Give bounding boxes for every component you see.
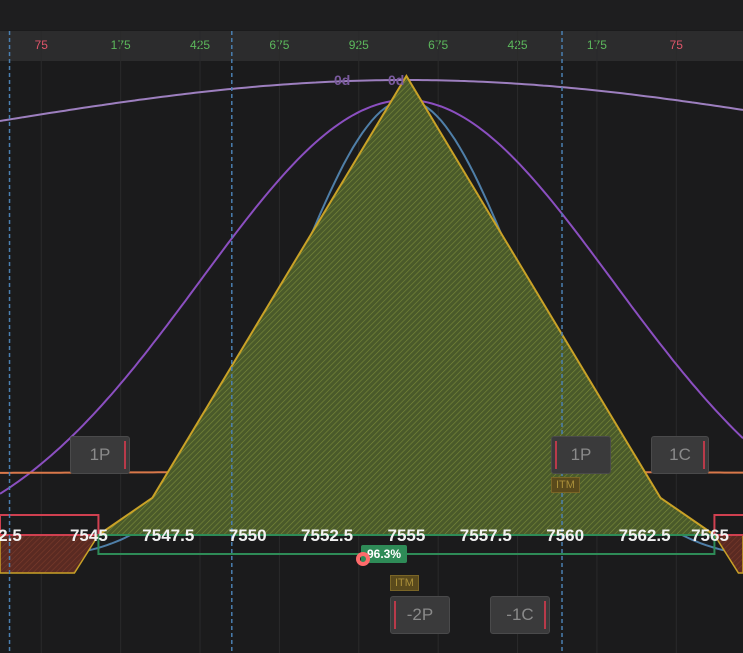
long-put-label: 1P <box>89 445 111 464</box>
strike-label: 7550 <box>228 526 267 545</box>
short-two-put-label: -2P <box>406 605 434 624</box>
short-put-tag[interactable]: 1P <box>551 436 611 474</box>
current-price-marker[interactable] <box>356 552 370 566</box>
tag-edge <box>703 441 705 469</box>
strike-label: 7547.5 <box>142 526 195 545</box>
tag-edge <box>394 601 396 629</box>
itm-badge-bottom: ITM <box>390 575 419 591</box>
strike-label: 7562.5 <box>618 526 671 545</box>
payoff-area <box>98 76 715 535</box>
day-label-left: 0d <box>334 72 351 88</box>
short-put-label: 1P <box>570 445 592 464</box>
short-call-label: -1C <box>506 605 534 624</box>
day-label-right: 0d <box>388 72 405 88</box>
tag-edge <box>555 441 557 469</box>
strike-label: 7557.5 <box>459 526 512 545</box>
strike-label: 7565 <box>691 526 729 545</box>
strike-label: 2.5 <box>0 526 22 545</box>
strike-label: 7560 <box>546 526 585 545</box>
strike-label: 7555 <box>387 526 426 545</box>
long-put-tag[interactable]: 1P <box>70 436 130 474</box>
tag-edge <box>544 601 546 629</box>
strike-label: 7545 <box>69 526 108 545</box>
long-call-label: 1C <box>669 445 691 464</box>
short-call-tag[interactable]: -1C <box>490 596 550 634</box>
long-call-tag[interactable]: 1C <box>651 436 709 474</box>
strike-label: 7552.5 <box>301 526 354 545</box>
itm-badge-top: ITM <box>551 477 580 493</box>
probability-curve-1 <box>0 79 743 122</box>
tag-edge <box>124 441 126 469</box>
short-two-put-tag[interactable]: -2P <box>390 596 450 634</box>
